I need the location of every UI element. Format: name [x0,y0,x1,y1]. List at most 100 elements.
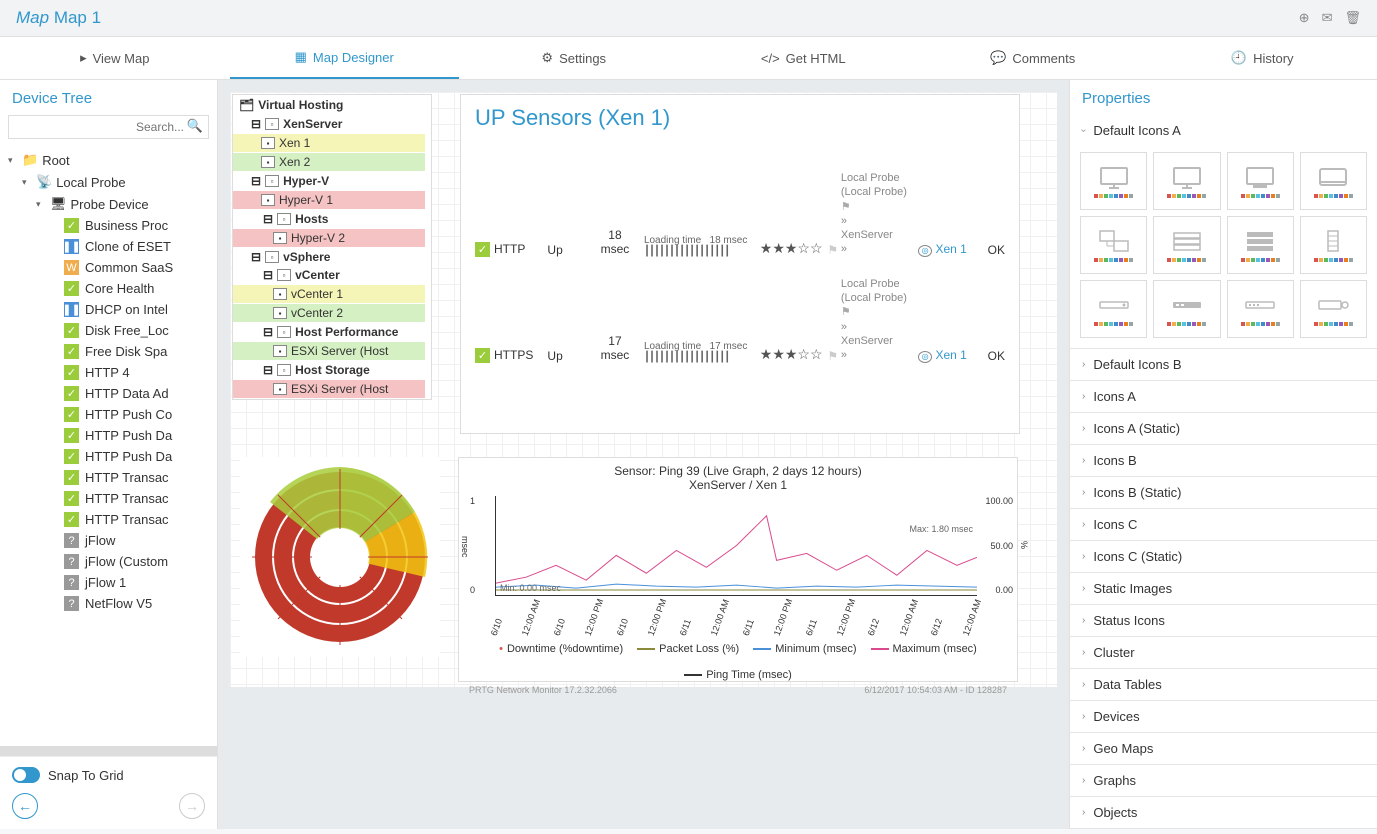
icon-option[interactable] [1300,152,1367,210]
tree-local-probe[interactable]: ▾📡Local Probe [18,171,213,193]
tree-device[interactable]: ▪ESXi Server (Host [233,380,425,398]
tree-probe-device[interactable]: ▾🖥Probe Device [32,193,213,215]
icon-option[interactable] [1080,216,1147,274]
device-tree[interactable]: ▾📁Root ▾📡Local Probe ▾🖥Probe Device ✓Bus… [0,145,217,744]
tab-history[interactable]: 🕘History [1148,37,1377,79]
prop-section-header[interactable]: ›Icons C (Static) [1070,541,1377,572]
eye-icon: ▸ [80,50,87,66]
map-canvas-area[interactable]: 🗂Virtual Hosting ⊟▫XenServer▪Xen 1▪Xen 2… [218,80,1069,829]
icon-option[interactable] [1227,216,1294,274]
add-icon[interactable]: ⊕ [1299,10,1310,26]
tab-map-designer[interactable]: ▦Map Designer [230,37,460,79]
tree-sensor[interactable]: ❚❚DHCP on Intel [60,299,213,320]
tab-view-map[interactable]: ▸View Map [0,37,230,79]
tree-subgroup[interactable]: ⊟▫Host Performance [233,323,431,341]
prop-section-header[interactable]: ›Geo Maps [1070,733,1377,764]
icon-option[interactable] [1153,216,1220,274]
tree-sensor[interactable]: ?jFlow 1 [60,572,213,593]
tree-subgroup[interactable]: ⊟▫Host Storage [233,361,431,379]
sensor-row[interactable]: ✓HTTPS Up 17msec Loading time 17 msec┃┃┃… [475,267,1005,373]
search-icon[interactable]: 🔍 [187,118,203,134]
tree-sensor[interactable]: ✓Disk Free_Loc [60,320,213,341]
icon-option[interactable] [1227,280,1294,338]
tree-root[interactable]: ▾📁Root [4,149,213,171]
chevron-right-icon: › [1082,583,1085,594]
widget-sensors-title: UP Sensors (Xen 1) [475,105,1005,131]
prop-section-header[interactable]: ›Icons A [1070,381,1377,412]
probe-icon: 📡 [36,174,52,190]
prop-section-header[interactable]: ›Icons B [1070,445,1377,476]
prop-section-default-icons-a[interactable]: › Default Icons A [1070,115,1377,146]
prop-section-header[interactable]: ›Static Images [1070,573,1377,604]
page-title: Map Map 1 [16,8,101,28]
tree-device[interactable]: ▪vCenter 1 [233,285,425,303]
icon-option[interactable] [1080,280,1147,338]
tab-comments[interactable]: 💬Comments [918,37,1148,79]
tree-sensor[interactable]: ?jFlow (Custom [60,551,213,572]
sensor-row[interactable]: ✓HTTP Up 18msec Loading time 18 msec┃┃┃┃… [475,161,1005,267]
search-input[interactable] [8,115,209,139]
prop-section-header[interactable]: ›Objects [1070,797,1377,828]
tree-device[interactable]: ▪Hyper-V 1 [233,191,425,209]
icon-option[interactable] [1300,216,1367,274]
prop-section-header[interactable]: ›Status Icons [1070,605,1377,636]
tree-device[interactable]: ▪Xen 1 [233,134,425,152]
tree-sensor[interactable]: ✓HTTP Transac [60,467,213,488]
tree-sensor[interactable]: WCommon SaaS [60,257,213,278]
widget-sunburst[interactable] [240,457,440,657]
prop-section-header[interactable]: ›Icons A (Static) [1070,413,1377,444]
tree-group[interactable]: ⊟▫Hyper-V [233,172,431,190]
icon-option[interactable] [1080,152,1147,210]
snap-to-grid-toggle[interactable] [12,767,40,783]
tree-sensor[interactable]: ✓HTTP Push Co [60,404,213,425]
status-icon: ✓ [64,218,79,233]
tree-sensor[interactable]: ✓HTTP Push Da [60,425,213,446]
tree-device[interactable]: ▪Xen 2 [233,153,425,171]
widget-up-sensors[interactable]: UP Sensors (Xen 1) ✓HTTP Up 18msec Loadi… [460,94,1020,434]
mail-icon[interactable]: ✉ [1322,10,1333,26]
tree-sensor[interactable]: ✓Business Proc [60,215,213,236]
tree-sensor[interactable]: ❚❚Clone of ESET [60,236,213,257]
prop-section-header[interactable]: ›Devices [1070,701,1377,732]
status-icon: ? [64,533,79,548]
prop-section-header[interactable]: ›Graphs [1070,765,1377,796]
nav-back-button[interactable]: ← [12,793,38,819]
tree-sensor[interactable]: ✓HTTP 4 [60,362,213,383]
tree-device[interactable]: ▪Hyper-V 2 [233,229,425,247]
tree-sensor[interactable]: ✓HTTP Transac [60,509,213,530]
tree-subgroup[interactable]: ⊟▫Hosts [233,210,431,228]
tree-group[interactable]: ⊟▫vSphere [233,248,431,266]
tree-group[interactable]: ⊟▫XenServer [233,115,431,133]
tree-device[interactable]: ▪vCenter 2 [233,304,425,322]
icon-option[interactable] [1227,152,1294,210]
tree-sensor[interactable]: ?jFlow [60,530,213,551]
tab-settings[interactable]: ⚙Settings [459,37,689,79]
prop-section-header[interactable]: ›Default Icons B [1070,349,1377,380]
tree-sensor[interactable]: ✓HTTP Data Ad [60,383,213,404]
icon-option[interactable] [1300,280,1367,338]
prop-section-header[interactable]: ›Cluster [1070,637,1377,668]
tree-sensor[interactable]: ✓Free Disk Spa [60,341,213,362]
prop-section-header[interactable]: ›Icons B (Static) [1070,477,1377,508]
tree-sensor[interactable]: ✓Core Health [60,278,213,299]
tree-subgroup[interactable]: ⊟▫vCenter [233,266,431,284]
tree-sensor[interactable]: ✓HTTP Transac [60,488,213,509]
widget-virtual-hosting-tree[interactable]: 🗂Virtual Hosting ⊟▫XenServer▪Xen 1▪Xen 2… [232,94,432,400]
tree-sensor[interactable]: ✓HTTP Push Da [60,446,213,467]
widget-ping-chart[interactable]: Sensor: Ping 39 (Live Graph, 2 days 12 h… [458,457,1018,682]
tree-sensor[interactable]: ?NetFlow V5 [60,593,213,614]
status-icon: ✓ [475,348,490,363]
tree-scrollbar[interactable] [0,746,217,756]
legend-item: Minimum (msec) [753,643,856,655]
chevron-right-icon: › [1082,807,1085,818]
main-tabs: ▸View Map ▦Map Designer ⚙Settings </>Get… [0,37,1377,80]
tab-get-html[interactable]: </>Get HTML [689,37,919,79]
tree-device[interactable]: ▪ESXi Server (Host [233,342,425,360]
map-canvas[interactable]: 🗂Virtual Hosting ⊟▫XenServer▪Xen 1▪Xen 2… [230,92,1057,687]
prop-section-header[interactable]: ›Data Tables [1070,669,1377,700]
delete-icon[interactable]: 🗑 [1344,10,1361,26]
icon-option[interactable] [1153,152,1220,210]
icon-option[interactable] [1153,280,1220,338]
prop-section-header[interactable]: ›Icons C [1070,509,1377,540]
device-icon: 🖥 [50,196,67,212]
